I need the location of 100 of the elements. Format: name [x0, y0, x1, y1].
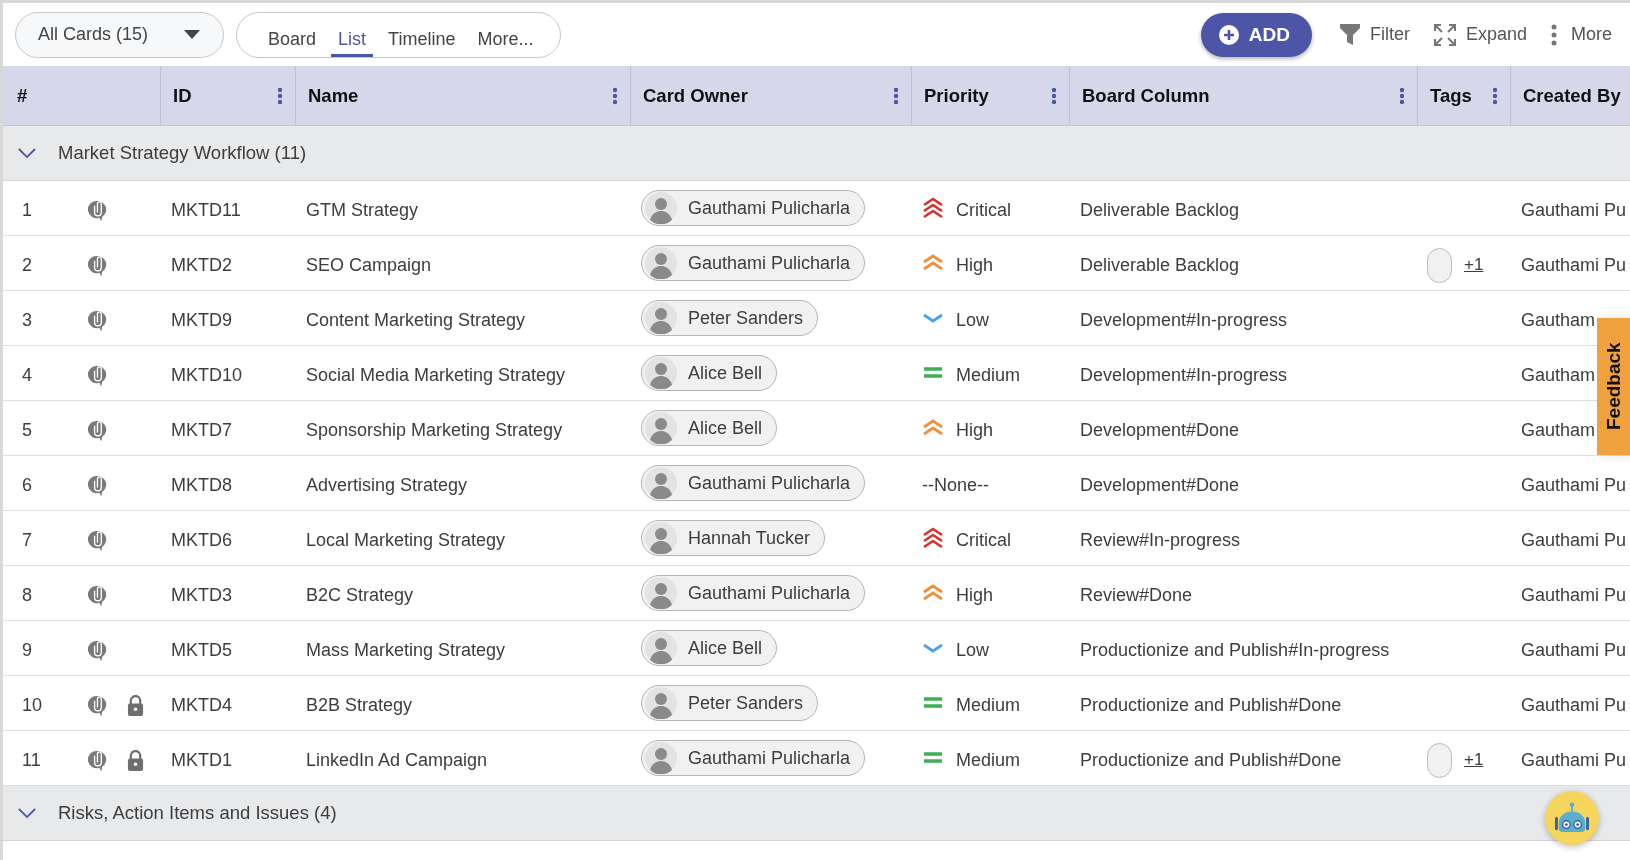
avatar-icon — [645, 687, 677, 719]
created-by: Gauthami Pu — [1521, 254, 1627, 276]
row-number: 4 — [22, 364, 33, 386]
kebab-icon[interactable] — [1051, 86, 1057, 105]
column-header: ID — [173, 84, 192, 107]
board-column: Development#In-progress — [1080, 309, 1288, 331]
view-tab[interactable]: List — [331, 12, 374, 57]
card-id: MKTD10 — [171, 364, 242, 386]
card-name[interactable]: LinkedIn Ad Campaign — [306, 749, 488, 771]
critical-priority-icon — [922, 526, 944, 550]
card-name[interactable]: B2C Strategy — [306, 584, 414, 606]
avatar-icon — [645, 522, 677, 554]
owner-name: Alice Bell — [688, 417, 763, 439]
card-name[interactable]: Advertising Strategy — [306, 474, 468, 496]
avatar-icon — [645, 742, 677, 774]
priority-label: High — [956, 584, 994, 606]
board-column: Development#In-progress — [1080, 364, 1288, 386]
add-button[interactable]: ADD — [1200, 12, 1312, 57]
priority-label: Low — [956, 309, 990, 331]
board-column: Productionize and Publish#In-progress — [1080, 639, 1390, 661]
card-name[interactable]: Local Marketing Strategy — [306, 529, 506, 551]
kebab-icon — [1551, 23, 1557, 46]
created-by: Gautham — [1521, 309, 1596, 331]
kebab-icon[interactable] — [1492, 86, 1498, 105]
attachment-bubble-icon — [86, 308, 107, 332]
created-by: Gauthami Pu — [1521, 584, 1627, 606]
column-header: Tags — [1430, 84, 1472, 107]
card-name[interactable]: GTM Strategy — [306, 199, 419, 221]
card-name[interactable]: Content Marketing Strategy — [306, 309, 526, 331]
avatar-icon — [645, 412, 677, 444]
attachment-bubble-icon — [86, 473, 107, 497]
row-number: 10 — [22, 694, 44, 716]
owner-name: Peter Sanders — [688, 307, 804, 329]
board-column: Development#Done — [1080, 419, 1240, 441]
card-name[interactable]: SEO Campaign — [306, 254, 432, 276]
attachment-bubble-icon — [86, 418, 107, 442]
group-title: Market Strategy Workflow (11) — [58, 142, 307, 164]
kebab-icon[interactable] — [1399, 86, 1405, 105]
card-id: MKTD3 — [171, 584, 232, 606]
chevron-down-icon[interactable] — [18, 807, 36, 819]
attachment-bubble-icon — [86, 528, 107, 552]
priority-label: Low — [956, 639, 990, 661]
card-id: MKTD4 — [171, 694, 232, 716]
priority-label: Medium — [956, 364, 1021, 386]
card-name[interactable]: B2B Strategy — [306, 694, 413, 716]
avatar-icon — [645, 247, 677, 279]
priority-label: Medium — [956, 694, 1021, 716]
card-id: MKTD1 — [171, 749, 232, 771]
row-number: 11 — [22, 749, 42, 771]
card-name[interactable]: Mass Marketing Strategy — [306, 639, 506, 661]
created-by: Gauthami Pu — [1521, 199, 1627, 221]
created-by: Gautham — [1521, 364, 1596, 386]
owner-name: Alice Bell — [688, 362, 763, 384]
priority-label: Critical — [956, 529, 1011, 551]
avatar-icon — [645, 577, 677, 609]
owner-name: Gauthami Pulicharla — [688, 197, 851, 219]
board-column: Review#In-progress — [1080, 529, 1241, 551]
view-tab[interactable]: Board — [261, 12, 324, 57]
board-column: Productionize and Publish#Done — [1080, 749, 1342, 771]
card-id: MKTD5 — [171, 639, 232, 661]
owner-name: Peter Sanders — [688, 692, 804, 714]
kebab-icon[interactable] — [612, 86, 618, 105]
card-name[interactable]: Social Media Marketing Strategy — [306, 364, 566, 386]
avatar-icon — [645, 302, 677, 334]
kebab-icon[interactable] — [893, 86, 899, 105]
card-id: MKTD11 — [171, 199, 241, 221]
expand-button[interactable]: Expand — [1427, 23, 1533, 46]
row-number: 5 — [22, 419, 33, 441]
more-tags-link[interactable]: +1 — [1464, 750, 1484, 770]
board-column: Productionize and Publish#Done — [1080, 694, 1342, 716]
priority-label: High — [956, 419, 994, 441]
view-tab[interactable]: Timeline — [381, 12, 463, 57]
attachment-bubble-icon — [86, 198, 107, 222]
feedback-tab[interactable]: Feedback — [1597, 318, 1630, 455]
critical-priority-icon — [922, 196, 944, 220]
chevron-down-icon[interactable] — [18, 147, 36, 159]
board-column: Review#Done — [1080, 584, 1193, 606]
group-title: Risks, Action Items and Issues (4) — [58, 802, 337, 824]
owner-name: Gauthami Pulicharla — [688, 747, 851, 769]
card-name[interactable]: Sponsorship Marketing Strategy — [306, 419, 563, 441]
created-by: Gauthami Pu — [1521, 474, 1627, 496]
more-button[interactable]: More — [1545, 23, 1618, 46]
owner-name: Gauthami Pulicharla — [688, 472, 851, 494]
card-id: MKTD2 — [171, 254, 232, 276]
row-number: 3 — [22, 309, 33, 331]
card-filter-dropdown[interactable]: All Cards (15) — [15, 11, 224, 58]
created-by: Gauthami Pu — [1521, 529, 1627, 551]
view-tab[interactable]: More... — [470, 12, 541, 57]
more-tags-link[interactable]: +1 — [1464, 255, 1484, 275]
row-number: 1 — [22, 199, 33, 221]
card-id: MKTD6 — [171, 529, 232, 551]
column-header: Priority — [924, 84, 989, 107]
created-by: Gauthami Pu — [1521, 749, 1627, 771]
created-by: Gauthami Pu — [1521, 639, 1627, 661]
filter-button[interactable]: Filter — [1333, 23, 1416, 46]
row-number: 6 — [22, 474, 33, 496]
kebab-icon[interactable] — [277, 86, 283, 105]
avatar-icon — [645, 467, 677, 499]
avatar-icon — [645, 357, 677, 389]
attachment-bubble-icon — [86, 748, 107, 772]
